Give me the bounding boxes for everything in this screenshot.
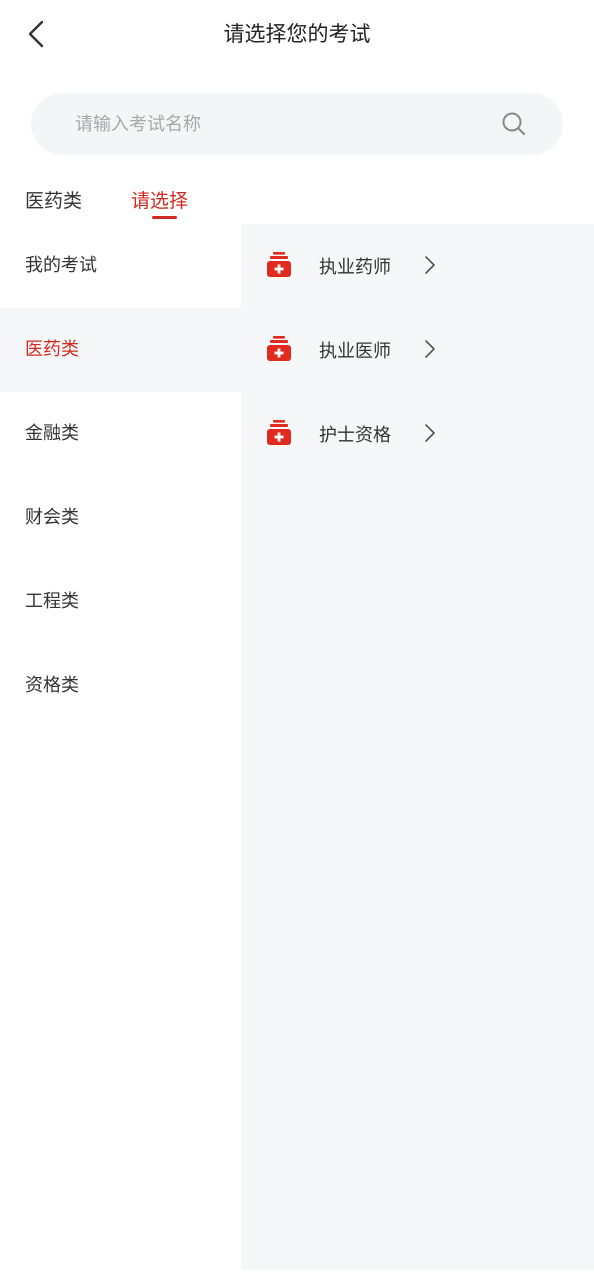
sidebar-item-engineering[interactable]: 工程类 [0, 560, 241, 644]
chevron-right-icon [425, 256, 435, 274]
search-bar [31, 93, 563, 155]
exam-selection-page: 请选择您的考试 医药类 请选择 我的考试 医药类 金融类 财会类 工程类 资格类 [0, 0, 594, 1280]
breadcrumb: 医药类 请选择 [0, 180, 594, 224]
search-icon[interactable] [501, 111, 527, 137]
chevron-right-icon [425, 340, 435, 358]
active-tab-indicator [152, 216, 177, 219]
exam-item-licensed-physician[interactable]: 执业医师 [241, 308, 594, 392]
medical-kit-icon [267, 336, 291, 361]
header: 请选择您的考试 [0, 0, 594, 66]
sidebar-item-qualification[interactable]: 资格类 [0, 644, 241, 728]
sidebar-item-accounting[interactable]: 财会类 [0, 476, 241, 560]
exam-item-label: 执业药师 [319, 257, 391, 278]
exam-item-nurse-qualification[interactable]: 护士资格 [241, 392, 594, 476]
breadcrumb-item-category[interactable]: 医药类 [25, 186, 82, 213]
exam-item-licensed-pharmacist[interactable]: 执业药师 [241, 224, 594, 308]
medical-kit-icon [267, 252, 291, 277]
sidebar-item-finance[interactable]: 金融类 [0, 392, 241, 476]
medical-kit-icon [267, 420, 291, 445]
sidebar-item-my-exams[interactable]: 我的考试 [0, 224, 241, 308]
exam-list-panel: 执业药师 执业医师 护士资格 [241, 224, 594, 1270]
page-title: 请选择您的考试 [223, 22, 371, 46]
search-input[interactable] [75, 93, 475, 155]
category-sidebar: 我的考试 医药类 金融类 财会类 工程类 资格类 [0, 224, 241, 1280]
exam-item-label: 执业医师 [319, 341, 391, 362]
sidebar-item-medicine[interactable]: 医药类 [0, 308, 241, 392]
chevron-right-icon [425, 424, 435, 442]
exam-item-label: 护士资格 [319, 425, 391, 446]
breadcrumb-item-current[interactable]: 请选择 [131, 186, 188, 213]
